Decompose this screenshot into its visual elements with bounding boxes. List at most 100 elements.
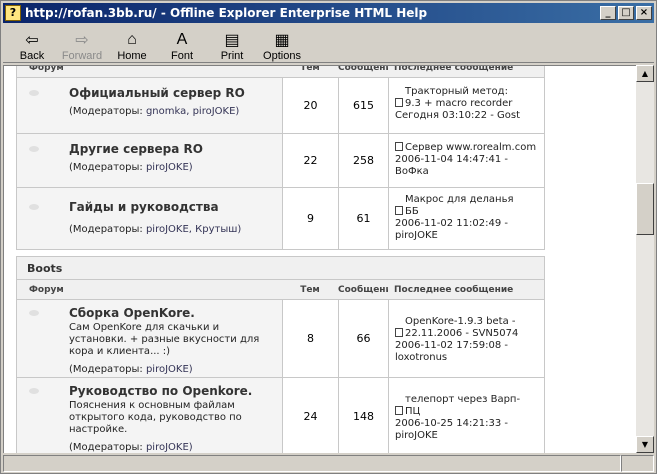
forum-row: Сборка OpenKore. Сам OpenKore для скачьк… [16, 300, 545, 378]
last-post: Тракторный метод: 9.3 + macro recorder С… [388, 78, 544, 133]
header-forum: Форум [29, 284, 64, 295]
header-last: Последнее сообщение [394, 284, 514, 295]
document-icon [395, 328, 403, 337]
forum-link[interactable]: Другие сервера RO [69, 142, 276, 156]
moderators-links[interactable]: piroJOKE) [146, 162, 193, 173]
posts-count: 61 [338, 188, 388, 249]
last-post-title[interactable]: телепорт через Варп- [395, 394, 538, 406]
moderators-label: (Модераторы: [69, 224, 143, 235]
forum-row: Другие сервера RO (Модераторы: piroJOKE)… [16, 134, 545, 188]
back-button[interactable]: ⇦ Back [7, 26, 57, 62]
moderators-links[interactable]: gnomka, piroJOKE) [146, 106, 239, 117]
minimize-button[interactable]: _ [600, 6, 616, 20]
scroll-thumb[interactable] [636, 183, 654, 235]
last-post-title-2[interactable]: ББ [405, 206, 419, 217]
forum-link[interactable]: Сборка OpenKore. [69, 306, 276, 320]
last-post-author[interactable]: ВоФка [395, 166, 538, 178]
last-post-title[interactable]: Макрос для деланья [395, 194, 538, 206]
posts-count: 615 [338, 78, 388, 133]
topics-count: 8 [282, 300, 338, 377]
last-post: Макрос для деланья ББ 2006-11-02 11:02:4… [388, 188, 544, 249]
window-title: http://rofan.3bb.ru/ - Offline Explorer … [25, 6, 428, 20]
moderators: (Модераторы: piroJOKE) [69, 364, 276, 375]
forum-link[interactable]: Руководство по Openkore. [69, 384, 276, 398]
forum-description: Пояснения к основным файлам открытого ко… [69, 400, 242, 435]
topics-count: 24 [282, 378, 338, 453]
status-dot-icon [29, 204, 39, 210]
status-dot-icon [29, 310, 39, 316]
header-topics: Тем [300, 284, 320, 295]
last-post-title[interactable]: Тракторный метод: [395, 86, 538, 98]
last-post: OpenKore-1.9.3 beta - 22.11.2006 - SVN50… [388, 300, 544, 377]
document-icon [395, 406, 403, 415]
scroll-down-icon[interactable]: ▼ [636, 436, 654, 453]
header-forum: Форум [29, 65, 64, 73]
forum-link[interactable]: Официальный сервер RO [69, 86, 276, 100]
status-bar [3, 455, 654, 472]
maximize-button[interactable]: □ [618, 6, 634, 20]
moderators-label: (Модераторы: [69, 364, 143, 375]
header-messages: Сообщени [338, 284, 388, 295]
back-arrow-icon: ⇦ [25, 32, 39, 49]
last-post-title-2[interactable]: 9.3 + macro recorder [405, 98, 512, 109]
status-panel-small [621, 455, 654, 472]
options-button[interactable]: ▦ Options [257, 26, 307, 62]
last-post-author[interactable]: loxotronus [395, 352, 538, 364]
print-label: Print [220, 50, 244, 62]
moderators-label: (Модераторы: [69, 162, 143, 173]
table-header: Форум Тем Сообщени Последнее сообщение [16, 65, 545, 78]
last-post-title[interactable]: OpenKore-1.9.3 beta - [395, 316, 538, 328]
header-messages: Сообщени [338, 65, 388, 73]
last-post-date: 2006-11-04 14:47:41 - [395, 154, 508, 165]
status-dot-icon [29, 90, 39, 96]
home-button[interactable]: ⌂ Home [107, 26, 157, 62]
last-post-title-2[interactable]: ПЦ [405, 406, 420, 417]
forward-label: Forward [61, 50, 103, 62]
back-label: Back [19, 50, 45, 62]
last-post-date: 2006-11-02 17:59:08 - [395, 340, 508, 351]
posts-count: 66 [338, 300, 388, 377]
document-icon [395, 206, 403, 215]
forward-button[interactable]: ⇨ Forward [57, 26, 107, 62]
last-post-title[interactable]: Сервер www.rorealm.com [405, 142, 536, 153]
document-icon [395, 98, 403, 107]
topics-count: 9 [282, 188, 338, 249]
forum-link[interactable]: Гайды и руководства [69, 200, 276, 214]
font-label: Font [170, 50, 193, 62]
close-button[interactable]: × [636, 6, 652, 20]
forum-description: Сам OpenKore для скачьки и установки. + … [69, 322, 260, 357]
posts-count: 148 [338, 378, 388, 453]
moderators-links[interactable]: piroJOKE) [146, 442, 193, 453]
document-icon [395, 142, 403, 151]
table-header: Форум Тем Сообщени Последнее сообщение [16, 280, 545, 300]
moderators: (Модераторы: piroJOKE, Крутыш) [69, 224, 276, 235]
last-post-author[interactable]: piroJOKE [395, 430, 538, 442]
help-window: ? http://rofan.3bb.ru/ - Offline Explore… [0, 0, 657, 474]
last-post-author[interactable]: piroJOKE [395, 230, 538, 242]
title-bar[interactable]: ? http://rofan.3bb.ru/ - Offline Explore… [3, 3, 654, 23]
moderators-label: (Модераторы: [69, 106, 143, 117]
toolbar: ⇦ Back ⇨ Forward ⌂ Home A Font ▤ Print ▦… [3, 25, 654, 63]
last-post-title-2[interactable]: 22.11.2006 - SVN5074 [405, 328, 518, 339]
font-icon: A [176, 31, 188, 48]
home-label: Home [117, 50, 147, 62]
options-label: Options [263, 50, 301, 62]
scroll-up-icon[interactable]: ▲ [636, 65, 654, 82]
moderators: (Модераторы: piroJOKE) [69, 162, 276, 173]
moderators-links[interactable]: piroJOKE) [146, 364, 193, 375]
forum-row: Руководство по Openkore. Пояснения к осн… [16, 378, 545, 453]
last-post-date: Сегодня 03:10:22 - Gost [395, 110, 521, 121]
font-button[interactable]: A Font [157, 26, 207, 62]
forward-arrow-icon: ⇨ [75, 32, 89, 49]
status-dot-icon [29, 388, 39, 394]
moderators-links[interactable]: piroJOKE, Крутыш) [146, 224, 241, 235]
last-post: Сервер www.rorealm.com 2006-11-04 14:47:… [388, 134, 544, 187]
status-dot-icon [29, 146, 39, 152]
topics-count: 20 [282, 78, 338, 133]
category-title[interactable]: Boots [16, 256, 545, 280]
forum-table: Форум Тем Сообщени Последнее сообщение О… [16, 65, 545, 453]
print-button[interactable]: ▤ Print [207, 26, 257, 62]
header-topics: Тем [300, 65, 320, 73]
vertical-scrollbar[interactable]: ▲ ▼ [636, 65, 654, 453]
last-post: телепорт через Варп- ПЦ 2006-10-25 14:21… [388, 378, 544, 453]
